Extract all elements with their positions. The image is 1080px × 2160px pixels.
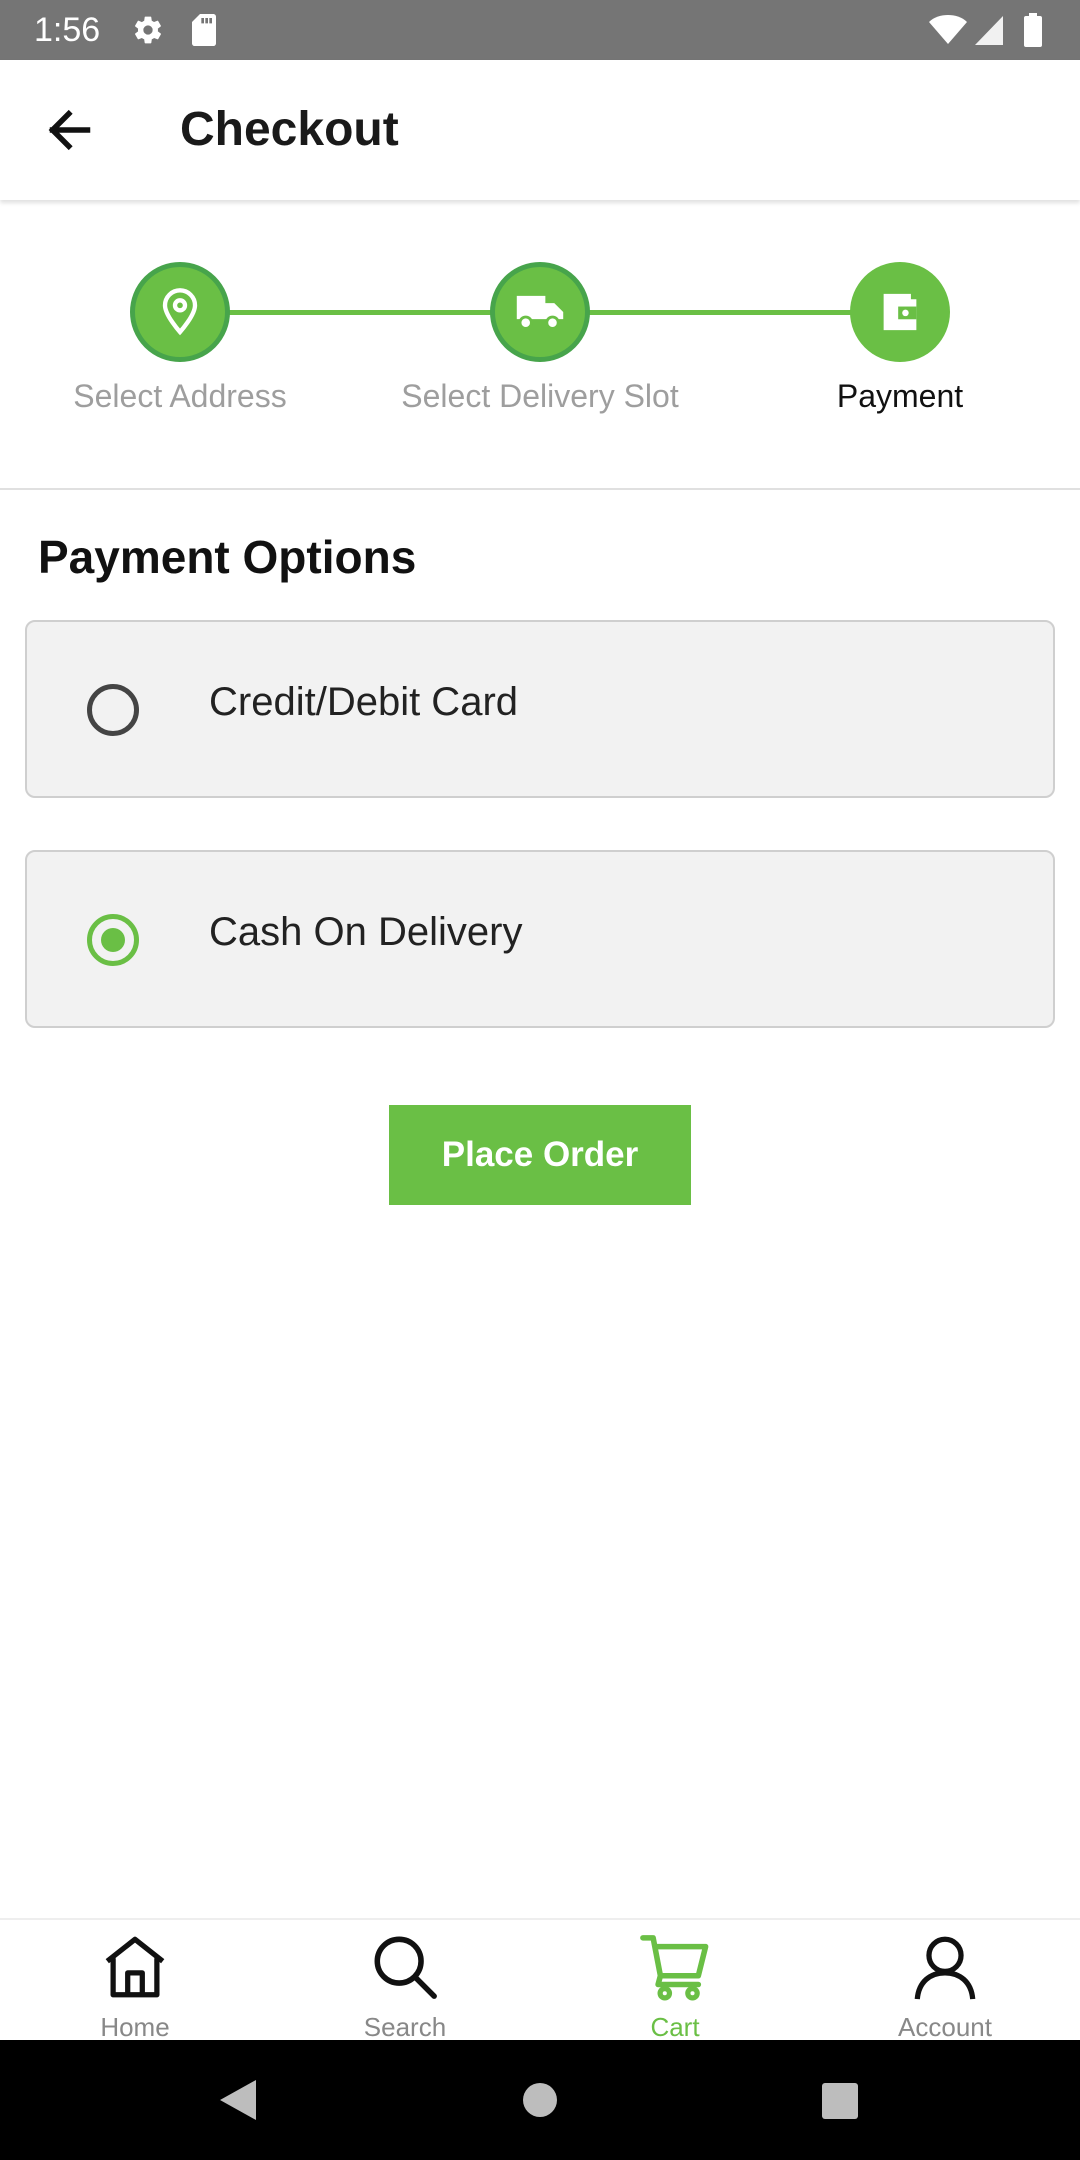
step-label: Select Address	[73, 378, 287, 414]
account-icon	[914, 1936, 976, 2000]
signal-icon	[975, 16, 1003, 45]
nav-label: Search	[363, 2012, 447, 2042]
payment-option-label: Credit/Debit Card	[209, 680, 519, 724]
sd-card-icon	[192, 14, 216, 46]
payment-option-card[interactable]: Credit/Debit Card	[25, 620, 1055, 798]
page-title: Checkout	[180, 103, 399, 156]
arrow-left-icon[interactable]	[40, 100, 100, 160]
step-select-address[interactable]	[130, 262, 230, 362]
nav-label: Cart	[650, 2012, 700, 2042]
nav-item-cart[interactable]: Cart	[540, 1920, 810, 2042]
battery-icon	[1024, 13, 1042, 47]
step-select-delivery-slot[interactable]	[490, 262, 590, 362]
nav-item-account[interactable]: Account	[810, 1920, 1080, 2042]
home-circle-icon[interactable]	[522, 2082, 558, 2118]
recents-square-icon[interactable]	[821, 2082, 859, 2120]
back-triangle-icon[interactable]	[218, 2078, 258, 2122]
status-time: 1:56	[34, 11, 101, 49]
wifi-icon	[929, 15, 967, 44]
nav-item-search[interactable]: Search	[270, 1920, 540, 2042]
payment-option-cod[interactable]: Cash On Delivery	[25, 850, 1055, 1028]
gear-icon	[135, 16, 161, 44]
nav-label: Home	[100, 2012, 170, 2042]
divider	[0, 488, 1080, 490]
cart-icon	[640, 1935, 709, 2001]
app-bar: Checkout	[0, 60, 1080, 200]
step-label: Payment	[836, 378, 964, 414]
checkout-stepper: Select Address Select Delivery Slot Paym…	[0, 200, 1080, 490]
nav-item-home[interactable]: Home	[0, 1920, 270, 2042]
radio-button-selected[interactable]	[87, 914, 139, 966]
truck-icon	[516, 295, 564, 330]
nav-label: Account	[898, 2012, 992, 2042]
section-title: Payment Options	[38, 531, 417, 583]
wallet-icon	[883, 293, 917, 331]
status-bar: 1:56	[0, 0, 1080, 60]
payment-option-label: Cash On Delivery	[209, 910, 523, 954]
bottom-nav: Home Search Cart Account	[0, 1918, 1080, 2042]
place-order-button[interactable]: Place Order	[389, 1105, 691, 1205]
location-pin-icon	[162, 288, 198, 336]
home-icon	[105, 1936, 165, 1998]
search-icon	[374, 1936, 437, 1999]
step-label: Select Delivery Slot	[401, 378, 679, 414]
step-payment[interactable]	[850, 262, 950, 362]
radio-button[interactable]	[87, 684, 139, 736]
system-nav-bar	[0, 2040, 1080, 2160]
